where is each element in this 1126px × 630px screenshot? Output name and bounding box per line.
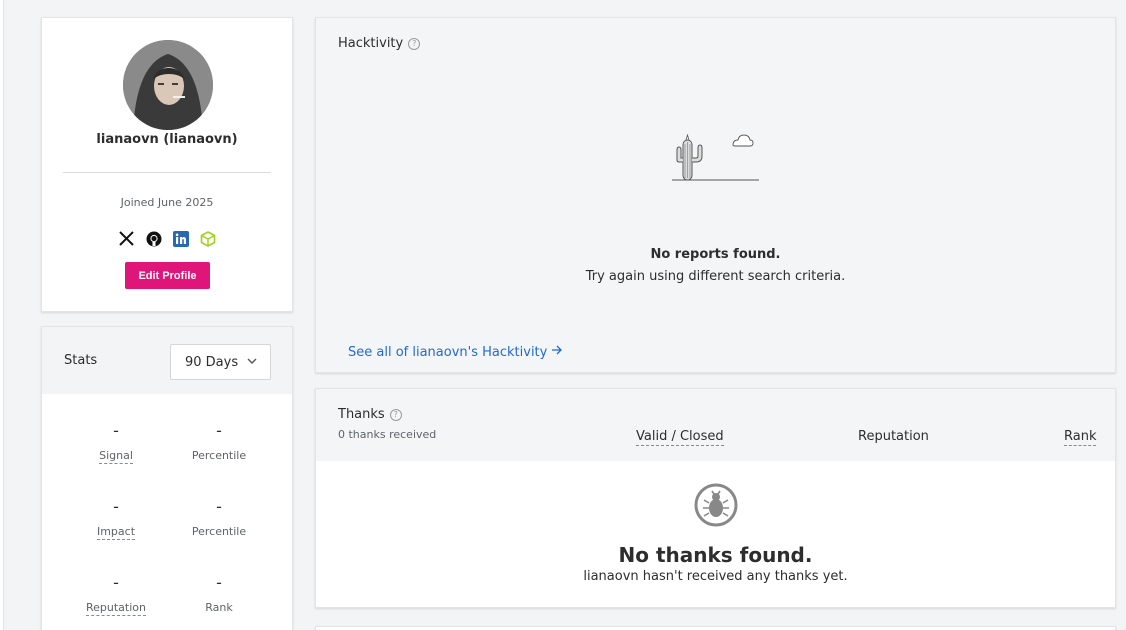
help-icon[interactable]: ? bbox=[408, 37, 421, 50]
empty-title: No reports found. bbox=[650, 247, 781, 262]
empty-subtitle: Try again using different search criteri… bbox=[585, 269, 846, 284]
stats-title: Stats bbox=[64, 353, 98, 368]
stat-signal: - Signal bbox=[71, 423, 161, 464]
period-select[interactable]: 90 Days bbox=[170, 344, 271, 380]
linkedin-icon[interactable] bbox=[172, 230, 189, 247]
stat-label: Percentile bbox=[191, 525, 247, 538]
stat-label[interactable]: Impact bbox=[96, 525, 136, 540]
stat-label: Percentile bbox=[191, 449, 247, 462]
stat-value: - bbox=[216, 573, 222, 592]
thanks-title-text: Thanks bbox=[338, 407, 385, 422]
hacktivity-title-text: Hacktivity bbox=[338, 36, 404, 51]
joined-date: Joined June 2025 bbox=[120, 196, 214, 209]
stats-card: Stats 90 Days - Signal - Percentile - Im… bbox=[41, 326, 293, 630]
stat-value: - bbox=[113, 497, 119, 516]
stat-label[interactable]: Signal bbox=[99, 449, 133, 464]
bug-icon bbox=[694, 483, 738, 531]
help-icon[interactable]: ? bbox=[389, 408, 402, 421]
left-edge bbox=[0, 0, 4, 630]
cube-icon[interactable] bbox=[199, 230, 216, 247]
stat-value: - bbox=[216, 497, 222, 516]
stat-impact: - Impact bbox=[71, 499, 161, 540]
profile-username: lianaovn (lianaovn) bbox=[96, 132, 238, 147]
cactus-illustration bbox=[671, 128, 763, 188]
x-icon[interactable] bbox=[118, 230, 135, 247]
stats-header: Stats 90 Days bbox=[42, 327, 292, 394]
column-rank[interactable]: Rank bbox=[1064, 429, 1097, 446]
no-thanks-subtitle: lianaovn hasn't received any thanks yet. bbox=[583, 569, 848, 584]
stat-reputation: - Reputation bbox=[71, 575, 161, 616]
hacktivity-card: Hacktivity ? No reports found. Try again… bbox=[315, 17, 1116, 373]
thanks-count: 0 thanks received bbox=[338, 428, 437, 441]
chevron-down-icon bbox=[246, 355, 258, 371]
edit-profile-button[interactable]: Edit Profile bbox=[125, 262, 210, 289]
stat-value: - bbox=[216, 421, 222, 440]
column-valid-closed[interactable]: Valid / Closed bbox=[636, 429, 724, 446]
stat-rank: - Rank bbox=[174, 575, 264, 615]
stat-value: - bbox=[113, 421, 119, 440]
see-all-hacktivity-link[interactable]: See all of lianaovn's Hacktivity bbox=[348, 344, 563, 360]
hacktivity-title: Hacktivity ? bbox=[338, 36, 421, 51]
stat-signal-percentile: - Percentile bbox=[174, 423, 264, 463]
stat-label: Rank bbox=[205, 601, 233, 614]
column-reputation: Reputation bbox=[858, 429, 929, 444]
stat-label[interactable]: Reputation bbox=[86, 601, 146, 616]
stat-impact-percentile: - Percentile bbox=[174, 499, 264, 539]
no-thanks-title: No thanks found. bbox=[618, 543, 813, 567]
social-links bbox=[42, 230, 292, 247]
profile-card: lianaovn (lianaovn) Joined June 2025 Edi… bbox=[41, 17, 293, 312]
github-icon[interactable] bbox=[145, 230, 162, 247]
arrow-right-icon bbox=[551, 344, 563, 360]
divider bbox=[63, 172, 271, 173]
thanks-header: Thanks ? 0 thanks received Valid / Close… bbox=[316, 389, 1115, 461]
period-select-value: 90 Days bbox=[185, 354, 239, 370]
next-card bbox=[315, 626, 1116, 630]
stat-value: - bbox=[113, 573, 119, 592]
thanks-title: Thanks ? bbox=[338, 407, 402, 422]
thanks-card: Thanks ? 0 thanks received Valid / Close… bbox=[315, 388, 1116, 608]
see-all-label: See all of lianaovn's Hacktivity bbox=[348, 344, 548, 360]
avatar[interactable] bbox=[123, 40, 213, 130]
